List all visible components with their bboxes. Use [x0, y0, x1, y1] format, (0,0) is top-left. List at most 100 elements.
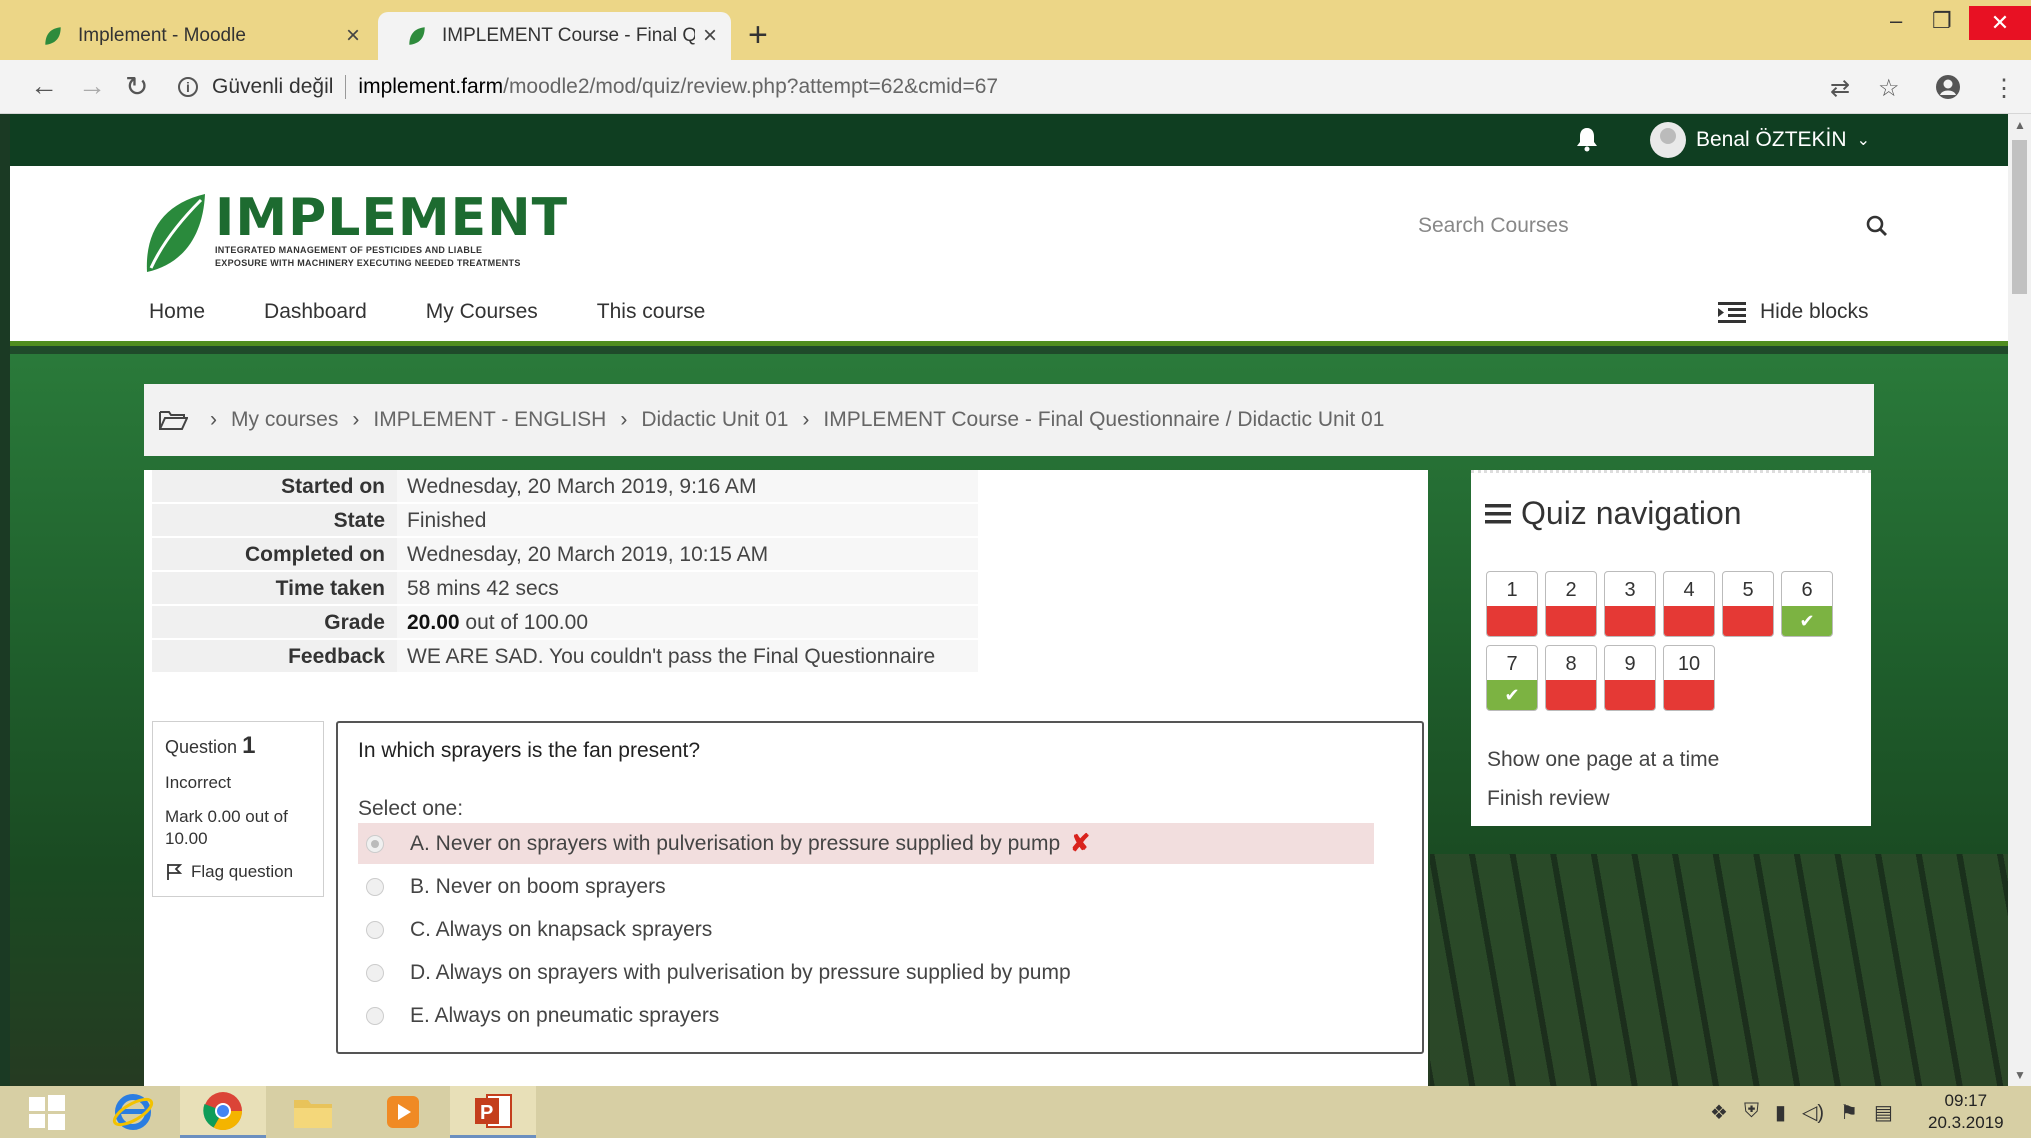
taskbar-chrome[interactable]	[180, 1086, 266, 1138]
security-icon[interactable]: ⛨	[1744, 1100, 1759, 1125]
answer-option-e[interactable]: E. Always on pneumatic sprayers	[358, 995, 1374, 1036]
url-field[interactable]: i Güvenli değil implement.farm/moodle2/m…	[178, 69, 1883, 105]
folder-open-icon[interactable]	[158, 408, 188, 432]
answer-option-b[interactable]: B. Never on boom sprayers	[358, 866, 1374, 907]
menu-my-courses[interactable]: My Courses	[426, 300, 538, 324]
scroll-down-icon[interactable]: ▼	[2014, 1068, 2026, 1082]
question-nav-number: 1	[1506, 579, 1518, 601]
start-button[interactable]	[4, 1086, 90, 1138]
bookmark-star-icon[interactable]: ☆	[1878, 74, 1900, 103]
answer-option-d[interactable]: D. Always on sprayers with pulverisation…	[358, 952, 1374, 993]
question-content: In which sprayers is the fan present? Se…	[336, 721, 1424, 1054]
show-one-page-link[interactable]: Show one page at a time	[1487, 748, 1719, 772]
search-courses-input[interactable]: Search Courses	[1418, 206, 1888, 246]
chevron-down-icon: ⌄	[1856, 132, 1870, 149]
volume-icon[interactable]: ◁)	[1802, 1100, 1824, 1125]
profile-icon[interactable]	[1934, 73, 1962, 101]
question-info-box: Question 1 Incorrect Mark 0.00 out of 10…	[152, 721, 324, 897]
question-label: Question	[165, 737, 238, 757]
answer-label: B. Never on boom sprayers	[410, 874, 666, 898]
question-nav-button-2[interactable]: 2	[1545, 571, 1597, 637]
window-close-icon[interactable]: ✕	[1969, 6, 2031, 40]
close-tab-icon[interactable]: ×	[346, 22, 360, 50]
reload-icon[interactable]: ↻	[125, 70, 148, 103]
user-menu[interactable]: Benal ÖZTEKİN ⌄	[1650, 122, 1870, 158]
row-label: Time taken	[152, 572, 397, 604]
question-nav-button-3[interactable]: 3	[1604, 571, 1656, 637]
flag-notifications-icon[interactable]: ⚑	[1840, 1100, 1858, 1125]
page-scrollbar[interactable]: ▲ ▼	[2008, 114, 2031, 1086]
check-icon: ✔	[1487, 680, 1537, 710]
taskbar-media-player[interactable]	[360, 1086, 446, 1138]
question-nav-button-8[interactable]: 8	[1545, 645, 1597, 711]
network-icon[interactable]: ▤	[1874, 1100, 1893, 1125]
breadcrumb-my-courses[interactable]: My courses	[231, 408, 338, 432]
quiz-navigation-block: Quiz navigation 1 2 3 4 5 6 ✔ 7 ✔ 8 9 10 Show one p…	[1471, 470, 1871, 826]
radio-button[interactable]	[366, 877, 384, 896]
hide-blocks-button[interactable]: Hide blocks	[1718, 300, 1869, 324]
windows-taskbar: P ❖ ⛨ ▮ ◁) ⚑ ▤ 09:17 20.3.2019	[0, 1086, 2031, 1138]
menu-dashboard[interactable]: Dashboard	[264, 300, 367, 324]
menu-dots-icon[interactable]: ⋮	[1992, 74, 2016, 103]
scroll-up-icon[interactable]: ▲	[2014, 118, 2026, 132]
minimize-icon[interactable]: –	[1890, 8, 1902, 34]
info-icon[interactable]: i	[178, 77, 198, 97]
question-nav-button-7[interactable]: 7 ✔	[1486, 645, 1538, 711]
answer-option-c[interactable]: C. Always on knapsack sprayers	[358, 909, 1374, 950]
translate-icon[interactable]: ⇄	[1830, 74, 1850, 103]
answer-option-a[interactable]: A. Never on sprayers with pulverisation …	[358, 823, 1374, 864]
site-logo[interactable]: IMPLEMENT INTEGRATED MANAGEMENT OF PESTI…	[143, 192, 568, 274]
battery-icon[interactable]: ▮	[1775, 1100, 1786, 1125]
row-label: Grade	[152, 606, 397, 638]
question-nav-button-4[interactable]: 4	[1663, 571, 1715, 637]
question-nav-number: 6	[1801, 579, 1813, 601]
menu-home[interactable]: Home	[149, 300, 205, 324]
radio-button[interactable]	[366, 834, 384, 853]
table-row: State Finished	[152, 504, 978, 538]
question-nav-button-9[interactable]: 9	[1604, 645, 1656, 711]
question-nav-number: 3	[1624, 579, 1636, 601]
breadcrumb-unit[interactable]: Didactic Unit 01	[641, 408, 788, 432]
taskbar-file-explorer[interactable]	[270, 1086, 356, 1138]
url-path: /moodle2/mod/quiz/review.php?attempt=62&…	[503, 75, 999, 98]
question-number: Question 1	[165, 732, 311, 760]
restore-icon[interactable]: ❐	[1932, 8, 1952, 34]
flag-question-link[interactable]: Flag question	[165, 862, 311, 882]
forward-icon[interactable]: →	[78, 70, 106, 102]
new-tab-icon[interactable]: +	[748, 16, 768, 55]
radio-button[interactable]	[366, 920, 384, 939]
taskbar-internet-explorer[interactable]	[90, 1086, 176, 1138]
browser-tab-bar: Implement - Moodle × IMPLEMENT Course - …	[0, 0, 2031, 60]
back-icon[interactable]: ←	[30, 70, 58, 102]
incorrect-status-bar	[1546, 680, 1596, 710]
breadcrumb-course[interactable]: IMPLEMENT - ENGLISH	[373, 408, 606, 432]
question-nav-button-10[interactable]: 10	[1663, 645, 1715, 711]
attempt-summary-table: Started on Wednesday, 20 March 2019, 9:1…	[152, 470, 978, 674]
incorrect-status-bar	[1664, 606, 1714, 636]
close-tab-icon[interactable]: ×	[703, 22, 717, 50]
chevron-right-icon: ›	[210, 408, 217, 431]
browser-tab-moodle[interactable]: Implement - Moodle ×	[14, 12, 374, 60]
question-nav-button-1[interactable]: 1	[1486, 571, 1538, 637]
row-label: State	[152, 504, 397, 536]
incorrect-status-bar	[1605, 606, 1655, 636]
taskbar-clock[interactable]: 09:17 20.3.2019	[1928, 1090, 2004, 1134]
radio-button[interactable]	[366, 1006, 384, 1025]
incorrect-x-icon: ✘	[1070, 830, 1091, 857]
notification-bell-icon[interactable]	[1575, 126, 1599, 152]
question-nav-button-5[interactable]: 5	[1722, 571, 1774, 637]
search-icon[interactable]	[1866, 215, 1888, 237]
breadcrumb-quiz[interactable]: IMPLEMENT Course - Final Questionnaire /…	[823, 408, 1384, 432]
menu-this-course[interactable]: This course	[597, 300, 706, 324]
finish-review-link[interactable]: Finish review	[1487, 787, 1610, 811]
address-bar: ← → ↻ i Güvenli değil implement.farm/moo…	[0, 60, 2031, 114]
internet-explorer-icon	[112, 1094, 154, 1130]
question-text: In which sprayers is the fan present?	[358, 739, 701, 762]
browser-tab-quiz[interactable]: IMPLEMENT Course - Final Quest ×	[378, 12, 731, 60]
taskbar-powerpoint[interactable]: P	[450, 1086, 536, 1138]
dropbox-icon[interactable]: ❖	[1710, 1100, 1728, 1125]
folder-icon	[294, 1100, 332, 1128]
scrollbar-thumb[interactable]	[2012, 140, 2027, 294]
question-nav-button-6[interactable]: 6 ✔	[1781, 571, 1833, 637]
radio-button[interactable]	[366, 963, 384, 982]
